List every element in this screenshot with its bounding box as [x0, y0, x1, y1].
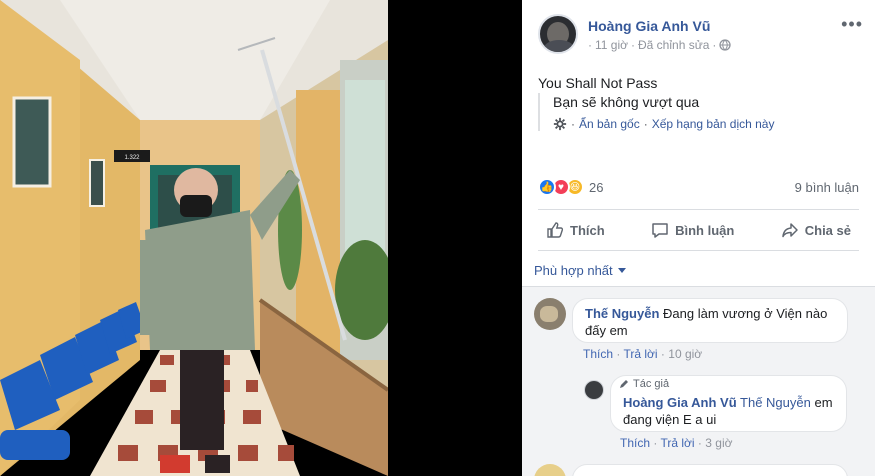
- like-reaction-icon: 👍: [538, 178, 556, 196]
- caret-down-icon: [617, 268, 626, 273]
- reply-author[interactable]: Hoàng Gia Anh Vũ: [623, 395, 737, 410]
- dot-separator: ·: [643, 117, 648, 131]
- reply-like-link[interactable]: Thích: [620, 436, 650, 450]
- photo-viewer[interactable]: 1.322: [0, 0, 522, 476]
- dot-separator: ·: [588, 38, 592, 52]
- gear-icon[interactable]: [553, 117, 567, 131]
- thumbs-up-icon: [547, 222, 564, 238]
- like-button[interactable]: Thích: [538, 217, 613, 243]
- reply-time[interactable]: 3 giờ: [705, 436, 732, 450]
- edited-label[interactable]: Đã chỉnh sửa: [638, 38, 709, 52]
- reaction-count[interactable]: 26: [589, 180, 603, 195]
- rate-translation-link[interactable]: Xếp hạng bản dịch này: [652, 117, 775, 131]
- comment-count[interactable]: 9 bình luận: [795, 180, 859, 195]
- comment-bubble: [572, 464, 848, 476]
- comment-author[interactable]: Thế Nguyễn: [585, 306, 659, 321]
- post-time[interactable]: 11 giờ: [595, 38, 628, 52]
- post-meta: · 11 giờ · Đã chỉnh sửa ·: [588, 38, 732, 52]
- translation-actions: · Ẩn bản gốc · Xếp hạng bản dịch này: [553, 117, 848, 131]
- comment-button[interactable]: Bình luận: [643, 217, 742, 243]
- reply-mention[interactable]: Thế Nguyễn: [740, 395, 811, 410]
- reply-actions: Thích · Trả lời · 3 giờ: [620, 436, 732, 450]
- divider: [538, 209, 859, 210]
- dot-separator: ·: [712, 38, 717, 52]
- reactions-summary[interactable]: 👍 ♥ 😆 26: [538, 178, 603, 196]
- hide-original-link[interactable]: Ẩn bản gốc: [579, 117, 640, 131]
- post-stats: 👍 ♥ 😆 26 9 bình luận: [538, 178, 859, 198]
- commenter-avatar[interactable]: [534, 298, 566, 330]
- comment-bubble: Thế Nguyễn Đang làm vương ở Viện nào đấy…: [572, 298, 848, 343]
- comment-label: Bình luận: [675, 222, 735, 238]
- post-actions: Thích Bình luận Chia sẻ: [538, 214, 859, 246]
- dot-separator: ·: [631, 38, 635, 52]
- reply-author-avatar[interactable]: [584, 380, 604, 400]
- author-avatar[interactable]: [538, 14, 578, 54]
- share-label: Chia sẻ: [804, 222, 851, 238]
- translation-block: Bạn sẽ không vượt qua · Ẩn bản gốc · Xếp…: [538, 93, 848, 131]
- translation-text: Bạn sẽ không vượt qua: [553, 94, 700, 110]
- comment-actions: Thích · Trả lời · 10 giờ: [583, 347, 702, 361]
- globe-icon[interactable]: [719, 39, 732, 51]
- post-panel: Hoàng Gia Anh Vũ · 11 giờ · Đã chỉnh sửa…: [522, 0, 875, 476]
- comment-sort-dropdown[interactable]: Phù hợp nhất: [534, 263, 626, 278]
- post-header: Hoàng Gia Anh Vũ · 11 giờ · Đã chỉnh sửa…: [538, 14, 863, 56]
- ellipsis-icon[interactable]: •••: [841, 15, 863, 33]
- dot-separator: ·: [571, 117, 575, 131]
- pencil-icon: [620, 380, 628, 388]
- share-arrow-icon: [781, 223, 798, 238]
- comment-reply-link[interactable]: Trả lời: [623, 347, 657, 361]
- photo-sign-text: 1.322: [124, 155, 140, 161]
- comment-like-link[interactable]: Thích: [583, 347, 613, 361]
- like-label: Thích: [570, 222, 605, 238]
- post-text: You Shall Not Pass: [538, 75, 658, 91]
- post-photo[interactable]: 1.322: [0, 0, 388, 476]
- sort-label: Phù hợp nhất: [534, 263, 613, 278]
- photo-illustration: 1.322: [0, 0, 388, 476]
- reply-reply-link[interactable]: Trả lời: [660, 436, 694, 450]
- share-button[interactable]: Chia sẻ: [773, 217, 859, 243]
- speech-bubble-icon: [652, 223, 668, 238]
- author-badge-label: Tác giả: [633, 378, 670, 390]
- comment-time[interactable]: 10 giờ: [668, 347, 702, 361]
- divider: [538, 250, 859, 251]
- post-author-name[interactable]: Hoàng Gia Anh Vũ: [588, 18, 710, 34]
- author-badge: Tác giả: [619, 378, 669, 390]
